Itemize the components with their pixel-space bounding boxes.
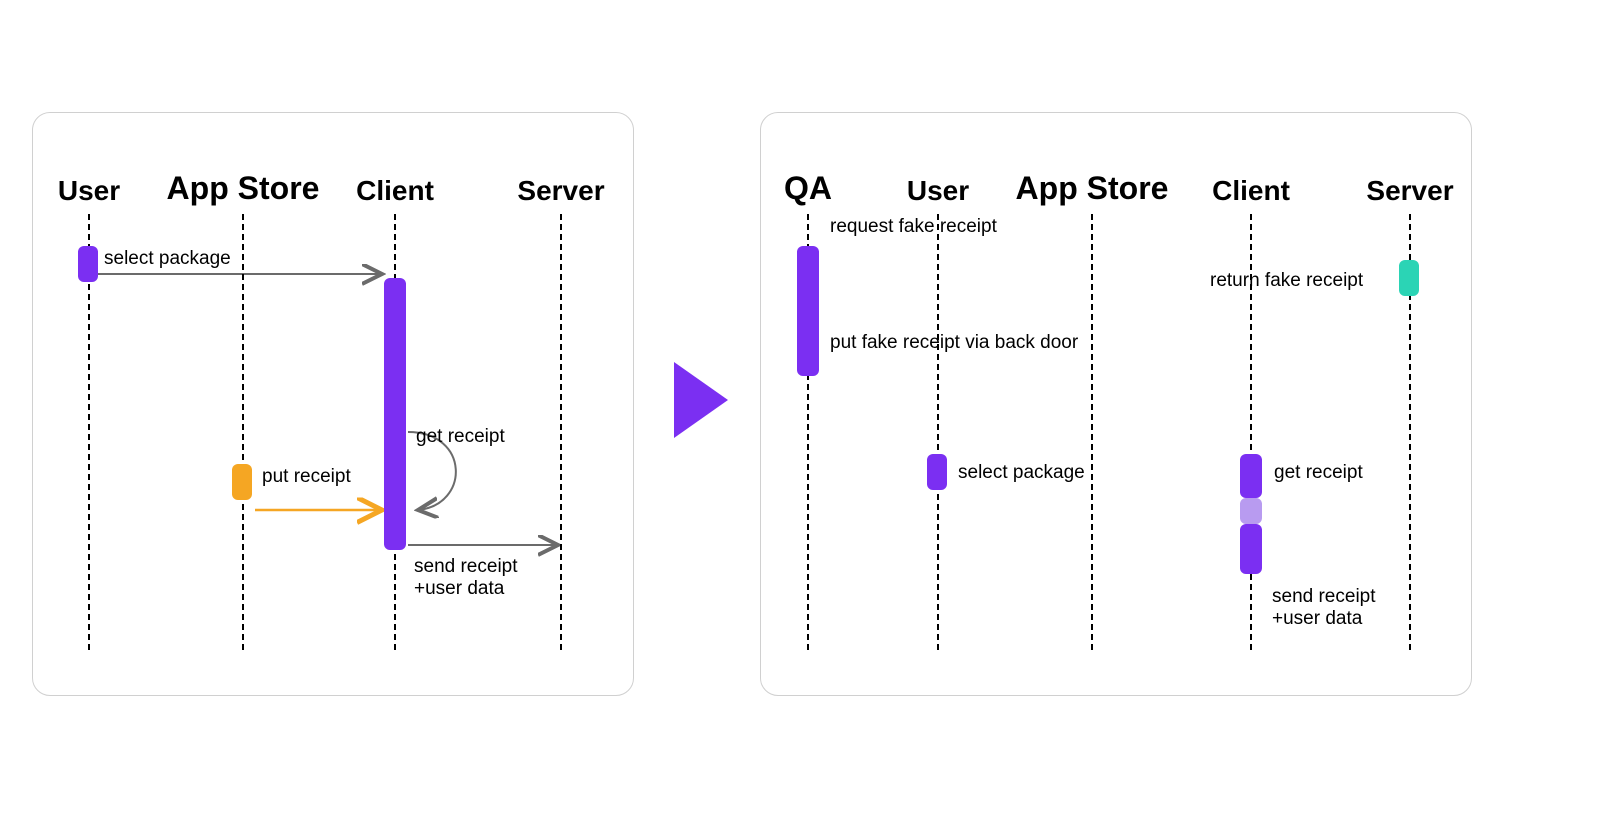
actor-user: User [58, 175, 120, 207]
msg-put-receipt: put receipt [262, 466, 351, 488]
lifeline-server [560, 214, 562, 650]
msg-return-fake: return fake receipt [1210, 270, 1363, 292]
bar-server-teal [1399, 260, 1419, 296]
bar-client-r-bot [1240, 524, 1262, 574]
msg-get-receipt: get receipt [416, 426, 505, 448]
msg-select-package-r: select package [958, 462, 1085, 484]
actor-appstore-r: App Store [1016, 170, 1169, 207]
lifeline-appstore-r [1091, 214, 1093, 650]
lifeline-user-r [937, 214, 939, 650]
msg-get-receipt-r: get receipt [1274, 462, 1363, 484]
msg-send-receipt-r: send receipt +user data [1272, 586, 1376, 630]
diagram-canvas: User App Store Client Server select pack… [0, 0, 1600, 840]
msg-request-fake: request fake receipt [830, 216, 997, 238]
lifeline-appstore [242, 214, 244, 650]
bar-user [78, 246, 98, 282]
msg-send-receipt: send receipt +user data [414, 556, 518, 600]
bar-appstore [232, 464, 252, 500]
actor-qa: QA [784, 170, 832, 207]
actor-server-r: Server [1366, 175, 1453, 207]
actor-user-r: User [907, 175, 969, 207]
actor-appstore: App Store [167, 170, 320, 207]
actor-client-r: Client [1212, 175, 1290, 207]
bar-qa [797, 246, 819, 376]
actor-client: Client [356, 175, 434, 207]
msg-select-package: select package [104, 248, 231, 270]
bar-user-r [927, 454, 947, 490]
bar-client-r-mid [1240, 498, 1262, 524]
transition-arrow-icon [674, 362, 728, 438]
bar-client [384, 278, 406, 550]
bar-client-r-top [1240, 454, 1262, 498]
actor-server: Server [517, 175, 604, 207]
msg-put-fake-backdoor: put fake receipt via back door [830, 332, 1078, 354]
